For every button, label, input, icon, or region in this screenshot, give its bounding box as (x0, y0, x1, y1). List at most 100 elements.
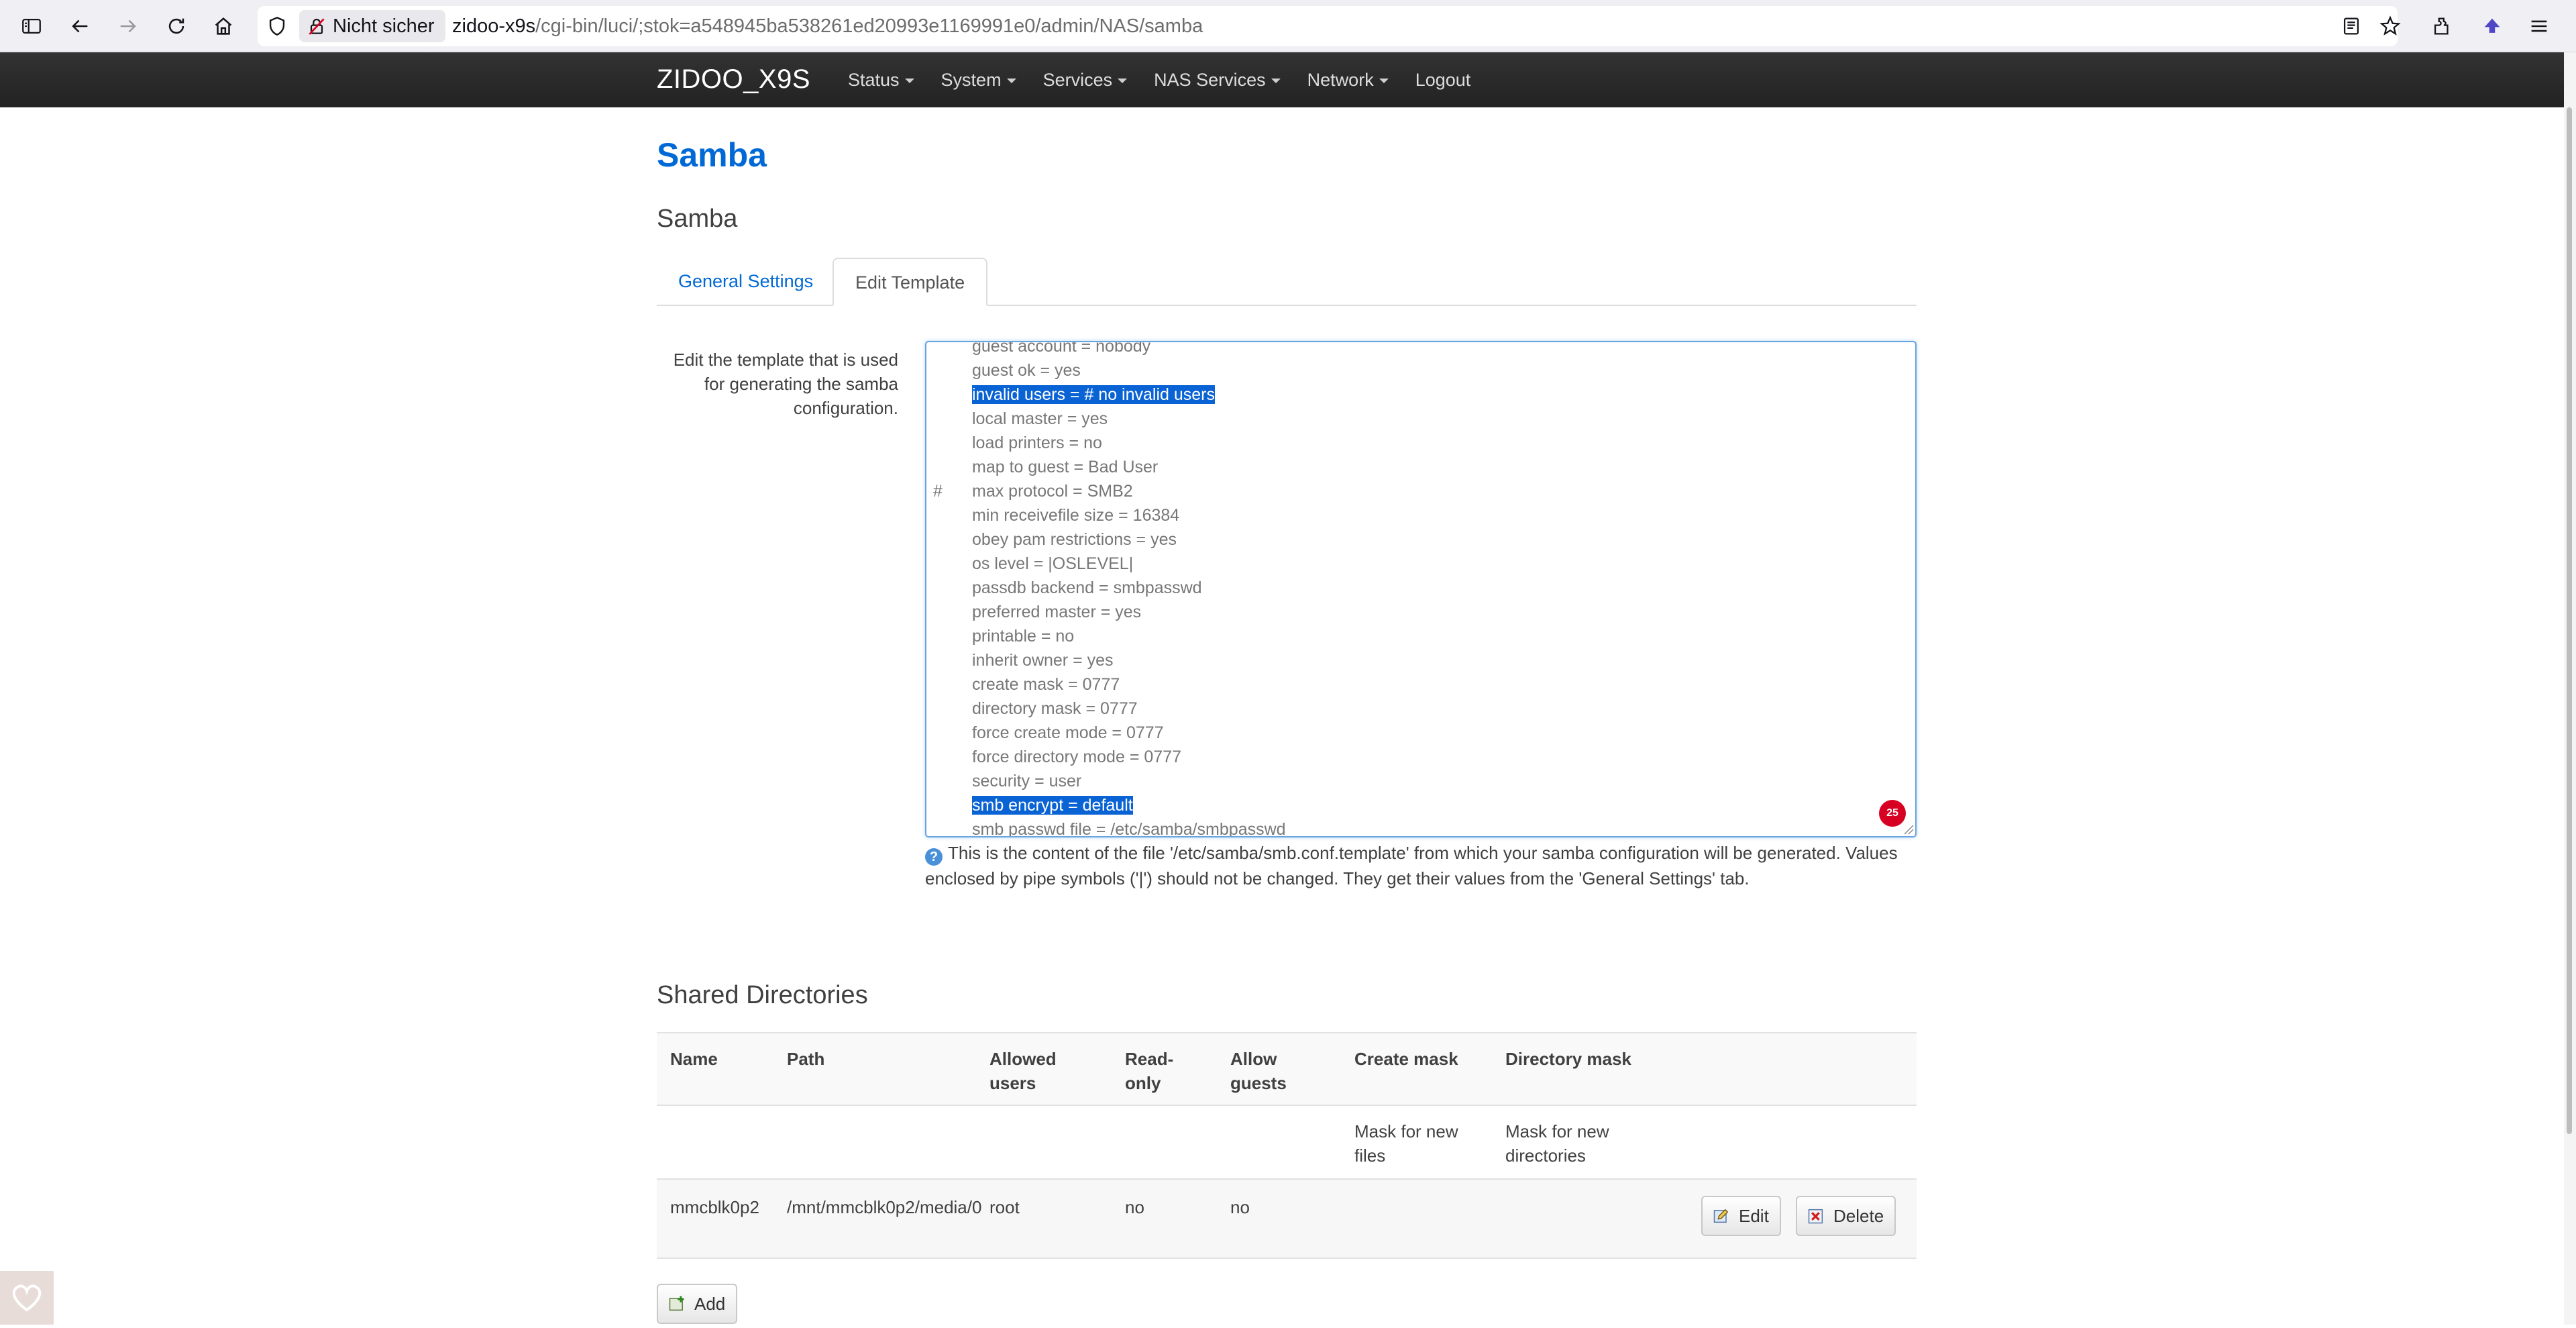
menu-status[interactable]: Status (848, 52, 914, 107)
app-menu-icon[interactable] (2522, 9, 2556, 43)
template-line-text: preferred master = yes (972, 603, 1142, 621)
column-description-row: Mask for new files Mask for new director… (657, 1106, 1917, 1180)
help-icon: ? (925, 848, 943, 866)
bookmark-star-icon[interactable] (2373, 9, 2407, 43)
template-line-text: smb passwd file = /etc/samba/smbpasswd (972, 820, 1286, 837)
edit-button[interactable]: Edit (1701, 1196, 1781, 1236)
caret-down-icon (904, 79, 914, 84)
template-line: os level = |OSLEVEL| (933, 552, 1133, 576)
page-scrollbar-thumb[interactable] (2567, 107, 2572, 1134)
template-line-text: min receivefile size = 16384 (972, 506, 1180, 525)
menu-logout[interactable]: Logout (1415, 52, 1471, 107)
main-menu: Status System Services NAS Services Netw… (848, 52, 1497, 107)
menu-logout-label: Logout (1415, 70, 1471, 90)
caret-down-icon (1379, 79, 1389, 84)
directory-mask-desc: Mask for new directories (1505, 1121, 1609, 1166)
template-help: ? This is the content of the file '/etc/s… (925, 840, 1917, 891)
menu-network[interactable]: Network (1307, 52, 1389, 107)
add-label: Add (694, 1294, 726, 1314)
template-line: smb encrypt = default (933, 793, 1133, 817)
profile-upload-icon[interactable] (2475, 9, 2509, 43)
template-line-prefix: # (933, 482, 943, 501)
table-row: mmcblk0p2 /mnt/mmcblk0p2/media/0 root no… (657, 1180, 1917, 1259)
template-line-text: printable = no (972, 627, 1075, 646)
template-line: local master = yes (933, 407, 1108, 431)
template-line-text: max protocol = SMB2 (972, 482, 1133, 501)
site-security-indicator[interactable]: Nicht sicher (299, 10, 445, 42)
template-line-text: invalid users = # no invalid users (972, 385, 1215, 404)
page-title: Samba (657, 136, 767, 174)
brand-logo[interactable]: ZIDOO_X9S (657, 52, 810, 107)
edit-icon (1713, 1209, 1729, 1223)
caret-down-icon (1118, 79, 1128, 84)
menu-services-label: Services (1042, 70, 1113, 90)
back-icon[interactable] (63, 9, 97, 43)
row-path: /mnt/mmcblk0p2/media/0 (787, 1197, 982, 1217)
delete-button[interactable]: Delete (1796, 1196, 1896, 1236)
col-path: Path (787, 1049, 825, 1069)
template-line: guest account = nobody (933, 341, 1151, 358)
template-line: obey pam restrictions = yes (933, 527, 1177, 552)
browser-toolbar: Nicht sicher zidoo-x9s/cgi-bin/luci/;sto… (0, 0, 2576, 52)
template-line-text: load printers = no (972, 433, 1102, 452)
forward-icon[interactable] (111, 9, 145, 43)
shared-directories-title: Shared Directories (657, 981, 868, 1009)
edit-label: Edit (1739, 1206, 1769, 1226)
col-allowed-users: Allowed users (989, 1049, 1057, 1093)
menu-network-label: Network (1307, 70, 1374, 90)
template-line: guest ok = yes (933, 358, 1081, 382)
template-line-text: os level = |OSLEVEL| (972, 554, 1134, 573)
template-field-label: Edit the template that is used for gener… (673, 350, 898, 418)
row-allowed-users: root (989, 1197, 1020, 1217)
template-line-text: inherit owner = yes (972, 651, 1114, 670)
home-icon[interactable] (207, 9, 240, 43)
url-host: zidoo-x9s (452, 15, 536, 37)
top-navbar: ZIDOO_X9S Status System Services NAS Ser… (0, 52, 2576, 107)
menu-system[interactable]: System (941, 52, 1016, 107)
col-allow-guests: Allow guests (1230, 1049, 1287, 1093)
section-title: Samba (657, 205, 738, 233)
template-line: smb passwd file = /etc/samba/smbpasswd (933, 817, 1286, 837)
sidebar-toggle-icon[interactable] (15, 9, 48, 43)
template-line: passdb backend = smbpasswd (933, 576, 1202, 600)
menu-nas-services[interactable]: NAS Services (1154, 52, 1281, 107)
tab-edit-template[interactable]: Edit Template (833, 258, 988, 306)
template-line: # max protocol = SMB2 (933, 479, 1133, 503)
template-line: printable = no (933, 624, 1074, 648)
row-allow-guests: no (1230, 1197, 1250, 1217)
extensions-icon[interactable] (2425, 9, 2459, 43)
menu-status-label: Status (848, 70, 900, 90)
template-textarea[interactable]: guest account = nobody guest ok = yes inva… (925, 341, 1917, 837)
add-button[interactable]: Add (657, 1284, 738, 1324)
col-name: Name (670, 1049, 718, 1069)
template-line-text: guest account = nobody (972, 341, 1151, 356)
template-line: map to guest = Bad User (933, 455, 1158, 479)
template-line: directory mask = 0777 (933, 697, 1138, 721)
template-line-text: security = user (972, 772, 1082, 790)
reload-icon[interactable] (160, 9, 193, 43)
template-line: force create mode = 0777 (933, 721, 1164, 745)
create-mask-desc: Mask for new files (1354, 1121, 1458, 1166)
template-line-text: guest ok = yes (972, 361, 1081, 380)
tracking-protection-shield-icon[interactable] (260, 9, 294, 43)
help-text: This is the content of the file '/etc/sa… (925, 843, 1898, 888)
template-line: inherit owner = yes (933, 648, 1114, 672)
reader-view-icon[interactable] (2334, 9, 2368, 43)
template-line: load printers = no (933, 431, 1102, 455)
template-line-text: local master = yes (972, 409, 1108, 428)
row-read-only: no (1125, 1197, 1144, 1217)
menu-system-label: System (941, 70, 1002, 90)
col-read-only: Read-only (1125, 1049, 1174, 1093)
template-line: force directory mode = 0777 (933, 745, 1181, 769)
col-create-mask: Create mask (1354, 1049, 1458, 1069)
template-line-text: passdb backend = smbpasswd (972, 578, 1202, 597)
resize-handle-icon[interactable] (1902, 823, 1914, 835)
tab-general-settings[interactable]: General Settings (657, 258, 835, 305)
menu-services[interactable]: Services (1043, 52, 1128, 107)
template-line-text: obey pam restrictions = yes (972, 530, 1177, 549)
template-line: invalid users = # no invalid users (933, 382, 1215, 407)
table-header: Name Path Allowed users Read-only Allow … (657, 1032, 1917, 1106)
url-text[interactable]: zidoo-x9s/cgi-bin/luci/;stok=a548945ba53… (452, 6, 1203, 46)
template-line: min receivefile size = 16384 (933, 503, 1179, 527)
address-bar[interactable]: Nicht sicher zidoo-x9s/cgi-bin/luci/;sto… (258, 6, 2398, 46)
